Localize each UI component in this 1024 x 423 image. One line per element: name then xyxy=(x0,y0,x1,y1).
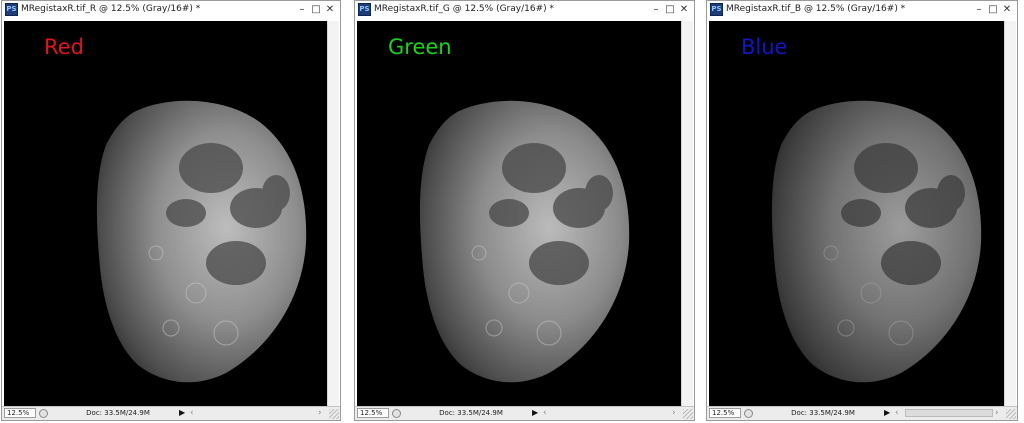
document-window-red[interactable]: PS MRegistaxR.tif_R @ 12.5% (Gray/16#) *… xyxy=(1,0,341,421)
resize-grip[interactable] xyxy=(329,409,339,419)
triangle-right-icon[interactable]: ▶ xyxy=(884,408,890,418)
vertical-scrollbar[interactable] xyxy=(681,21,693,406)
scroll-right-icon[interactable]: › xyxy=(995,408,999,418)
photoshop-icon: PS xyxy=(5,3,18,16)
status-bar: 12.5% Doc: 33.5M/24.9M ▶ ‹ › xyxy=(355,406,694,420)
image-canvas[interactable]: Green xyxy=(357,21,681,406)
moon-image xyxy=(771,100,982,383)
close-icon[interactable]: ✕ xyxy=(323,1,337,19)
document-window-green[interactable]: PS MRegistaxR.tif_G @ 12.5% (Gray/16#) *… xyxy=(354,0,695,421)
channel-label: Blue xyxy=(741,35,788,59)
triangle-right-icon[interactable]: ▶ xyxy=(532,408,538,418)
resize-grip[interactable] xyxy=(1006,409,1016,419)
scroll-right-icon[interactable]: › xyxy=(318,408,322,418)
scroll-left-icon[interactable]: ‹ xyxy=(543,408,547,418)
window-title: MRegistaxR.tif_B @ 12.5% (Gray/16#) * xyxy=(726,4,906,14)
triangle-right-icon[interactable]: ▶ xyxy=(179,408,185,418)
window-titlebar[interactable]: PS MRegistaxR.tif_B @ 12.5% (Gray/16#) *… xyxy=(707,1,1017,19)
close-icon[interactable]: ✕ xyxy=(1000,1,1014,19)
status-bar: 12.5% Doc: 33.5M/24.9M ▶ ‹ › xyxy=(2,406,340,420)
document-window-blue[interactable]: PS MRegistaxR.tif_B @ 12.5% (Gray/16#) *… xyxy=(706,0,1018,421)
zoom-icon[interactable] xyxy=(744,409,753,418)
doc-info: Doc: 33.5M/24.9M xyxy=(439,409,503,417)
zoom-input[interactable]: 12.5% xyxy=(4,408,36,418)
scroll-left-icon[interactable]: ‹ xyxy=(190,408,194,418)
minimize-icon[interactable]: – xyxy=(295,1,309,19)
photoshop-icon: PS xyxy=(710,3,723,16)
moon-image xyxy=(96,100,307,383)
window-titlebar[interactable]: PS MRegistaxR.tif_R @ 12.5% (Gray/16#) *… xyxy=(2,1,340,19)
zoom-input[interactable]: 12.5% xyxy=(357,408,389,418)
vertical-scrollbar[interactable] xyxy=(327,21,339,406)
photoshop-icon: PS xyxy=(358,3,371,16)
window-titlebar[interactable]: PS MRegistaxR.tif_G @ 12.5% (Gray/16#) *… xyxy=(355,1,694,19)
minimize-icon[interactable]: – xyxy=(649,1,663,19)
window-title: MRegistaxR.tif_G @ 12.5% (Gray/16#) * xyxy=(374,4,554,14)
window-title: MRegistaxR.tif_R @ 12.5% (Gray/16#) * xyxy=(21,4,201,14)
zoom-icon[interactable] xyxy=(39,409,48,418)
maximize-icon[interactable]: □ xyxy=(986,1,1000,19)
close-icon[interactable]: ✕ xyxy=(677,1,691,19)
moon-image xyxy=(419,100,630,383)
maximize-icon[interactable]: □ xyxy=(663,1,677,19)
channel-label: Green xyxy=(388,35,452,59)
scroll-left-icon[interactable]: ‹ xyxy=(895,408,899,418)
image-canvas[interactable]: Blue xyxy=(709,21,1004,406)
doc-info: Doc: 33.5M/24.9M xyxy=(86,409,150,417)
scroll-right-icon[interactable]: › xyxy=(672,408,676,418)
doc-info: Doc: 33.5M/24.9M xyxy=(791,409,855,417)
vertical-scrollbar[interactable] xyxy=(1004,21,1016,406)
zoom-input[interactable]: 12.5% xyxy=(709,408,741,418)
maximize-icon[interactable]: □ xyxy=(309,1,323,19)
image-canvas[interactable]: Red xyxy=(4,21,327,406)
channel-label: Red xyxy=(44,35,84,59)
status-bar: 12.5% Doc: 33.5M/24.9M ▶ ‹ › xyxy=(707,406,1017,420)
resize-grip[interactable] xyxy=(683,409,693,419)
zoom-icon[interactable] xyxy=(392,409,401,418)
minimize-icon[interactable]: – xyxy=(972,1,986,19)
horizontal-scroll-thumb[interactable] xyxy=(905,409,993,417)
